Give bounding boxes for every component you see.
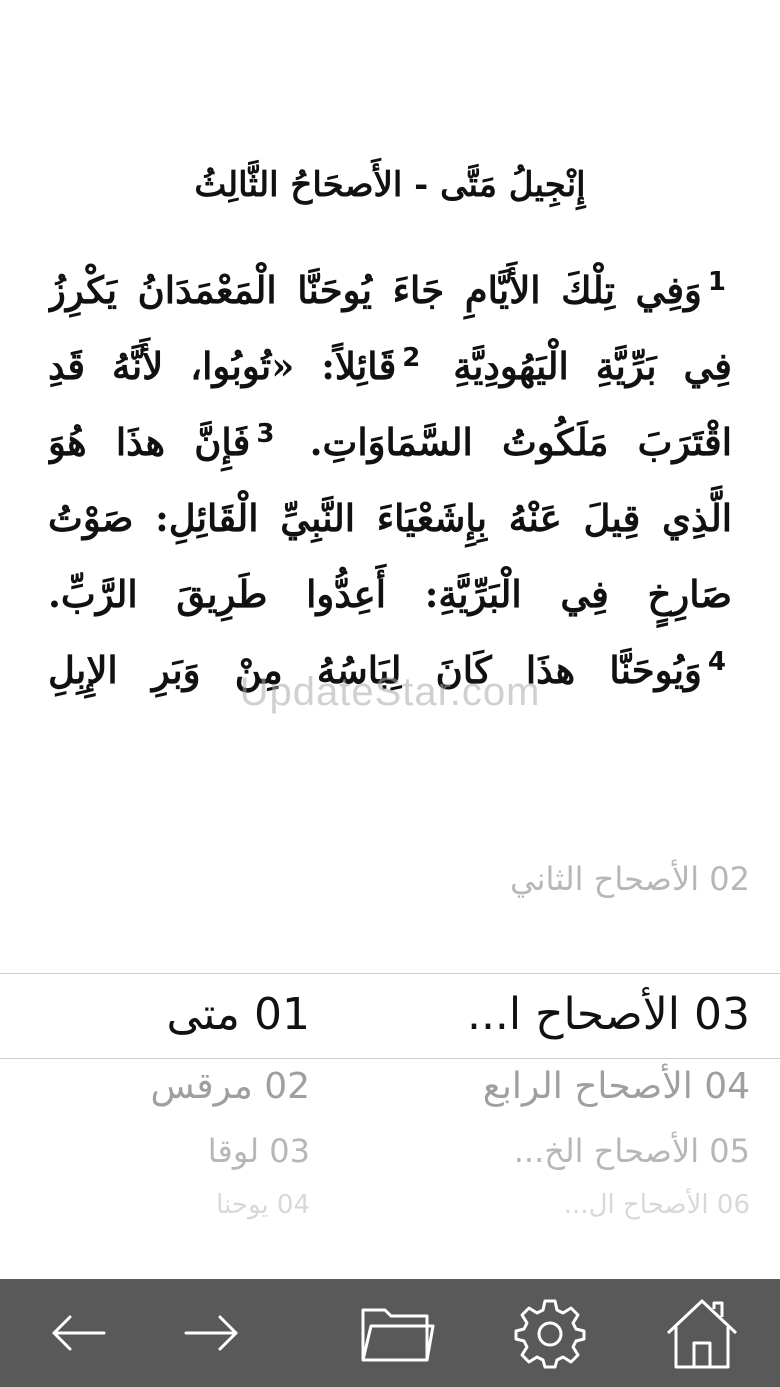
picker-chapter-option[interactable]: 06 الأصحاح ال... [330, 1175, 750, 1230]
home-button[interactable] [662, 1293, 742, 1373]
picker-chapter-option[interactable]: 04 الأصحاح الرابع [330, 1057, 750, 1117]
picker-book-option[interactable]: 02 مرقس [70, 1057, 310, 1117]
arrow-right-icon [184, 1315, 238, 1351]
home-icon [666, 1299, 738, 1369]
folder-button[interactable] [356, 1293, 436, 1373]
verse-number: 3 [256, 418, 275, 449]
bible-reader-screen: إِنْجِيلُ مَتَّى - الأَصحَاحُ الثَّالِثُ… [0, 0, 780, 1387]
verse-number: 1 [707, 266, 726, 297]
bottom-toolbar [0, 1279, 780, 1387]
verse-number: 4 [707, 646, 726, 677]
chapter-book-picker[interactable]: 01 الأصحاح الأول02 الأصحاح الثاني03 الأص… [0, 840, 780, 1230]
settings-button[interactable] [510, 1293, 590, 1373]
picker-chapter-option[interactable]: 02 الأصحاح الثاني [330, 849, 750, 909]
arrow-left-icon [52, 1315, 106, 1351]
chapter-title: إِنْجِيلُ مَتَّى - الأَصحَاحُ الثَّالِثُ [194, 165, 586, 205]
picker-book-option[interactable]: 01 متى [70, 985, 310, 1045]
picker-book-option[interactable]: 03 لوقا [70, 1121, 310, 1181]
picker-chapter-option[interactable]: 03 الأصحاح ا... [330, 985, 750, 1045]
folder-icon [361, 1308, 435, 1362]
reading-pane[interactable]: إِنْجِيلُ مَتَّى - الأَصحَاحُ الثَّالِثُ… [0, 0, 780, 760]
picker-book-option[interactable]: 04 يوحنا [70, 1175, 310, 1230]
verse-text: 1وَفِي تِلْكَ الأَيَّامِ جَاءَ يُوحَنَّا… [48, 252, 732, 752]
forward-button[interactable] [172, 1293, 252, 1373]
back-button[interactable] [38, 1293, 118, 1373]
verse-body: وَيُوحَنَّا هذَا كَانَ لِبَاسُهُ مِنْ وَ… [48, 648, 702, 692]
picker-chapter-option[interactable]: 05 الأصحاح الخ... [330, 1121, 750, 1181]
verse-number: 2 [402, 342, 421, 373]
gear-icon [514, 1299, 586, 1369]
